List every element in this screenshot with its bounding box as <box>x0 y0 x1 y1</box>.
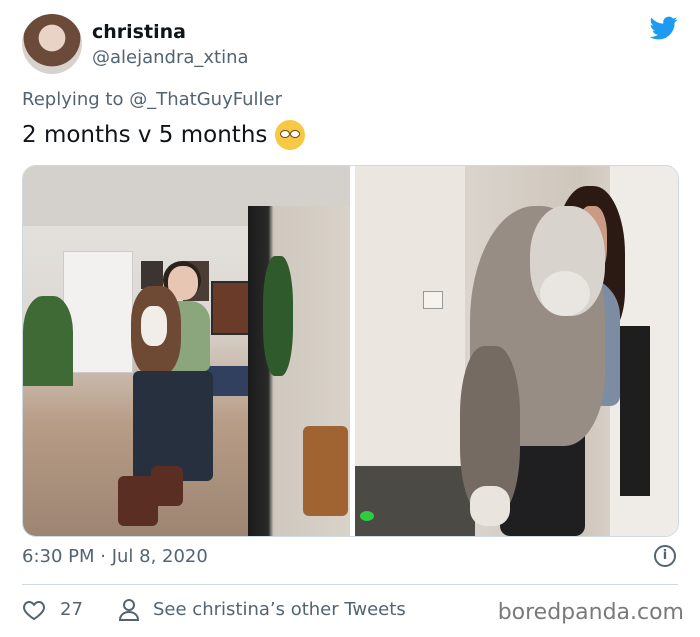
photo-2-months[interactable] <box>23 166 350 536</box>
display-name[interactable]: christina <box>92 21 186 43</box>
heart-icon[interactable] <box>22 598 46 622</box>
rolling-eyes-emoji-icon <box>275 120 306 150</box>
person-icon <box>118 599 140 621</box>
tweet-timestamp[interactable]: 6:30 PM · Jul 8, 2020 <box>22 546 208 567</box>
media-grid <box>22 165 679 537</box>
photo-5-months[interactable] <box>355 166 678 536</box>
user-handle[interactable]: @alejandra_xtina <box>92 47 249 68</box>
reply-context: Replying to @_ThatGuyFuller <box>22 89 282 110</box>
tweet-text: 2 months v 5 months <box>22 120 306 150</box>
like-count: 27 <box>60 599 83 620</box>
reply-to-link[interactable]: @_ThatGuyFuller <box>129 89 282 110</box>
tweet-card: christina @alejandra_xtina Replying to @… <box>0 0 700 637</box>
info-icon[interactable]: i <box>654 545 676 567</box>
watermark: boredpanda.com <box>497 600 684 625</box>
twitter-bird-icon[interactable] <box>648 14 680 42</box>
tweet-body: 2 months v 5 months <box>22 122 268 148</box>
avatar[interactable] <box>22 14 82 74</box>
see-other-tweets-link[interactable]: See christina’s other Tweets <box>153 599 406 620</box>
divider <box>22 584 678 585</box>
reply-prefix: Replying to <box>22 89 124 110</box>
